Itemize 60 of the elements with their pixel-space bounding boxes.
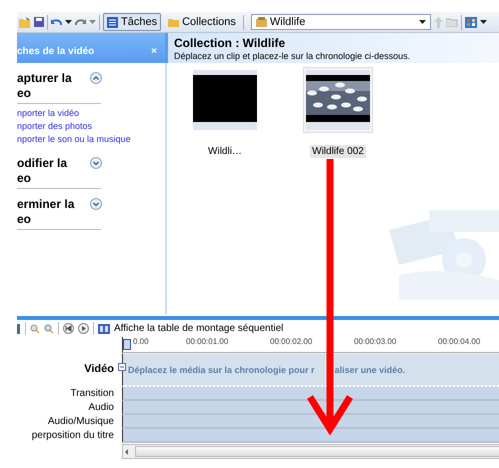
collections-button[interactable]: Collections	[164, 13, 240, 31]
zoom-out-icon[interactable]	[44, 324, 54, 334]
track-label: Audio/Musique	[48, 415, 114, 429]
caret-icon[interactable]	[65, 20, 72, 24]
section-title: odifier la	[17, 156, 68, 171]
storyboard-icon[interactable]	[98, 324, 110, 334]
collection-dropdown[interactable]: Wildlife	[250, 14, 431, 30]
track-label: perposition du titre	[32, 429, 114, 443]
storyboard-toggle[interactable]: Affiche la table de montage séquentiel	[114, 323, 284, 334]
pane-title: ches de la vidéo	[17, 46, 94, 57]
collection-icon	[256, 17, 267, 27]
timeline-track[interactable]	[122, 415, 499, 429]
scroll-left-icon[interactable]	[123, 448, 131, 456]
section-title: apturer la	[17, 71, 73, 86]
track-label: Audio	[88, 401, 114, 415]
folder-icon[interactable]	[19, 16, 31, 28]
timeline-track[interactable]	[122, 401, 499, 415]
task-link[interactable]: nporter la vidéo	[17, 107, 165, 120]
rewind-icon[interactable]	[63, 323, 74, 334]
empty-frame	[193, 75, 257, 122]
track-hint: aliser une vidéo.	[334, 364, 406, 374]
collapse-icon[interactable]	[118, 363, 126, 371]
scrollbar[interactable]	[122, 444, 499, 459]
collection-title: Collection : Wildlife	[174, 36, 286, 50]
timeline-track[interactable]	[122, 429, 499, 443]
tasks-button[interactable]: Tâches	[103, 13, 162, 31]
list-icon	[107, 16, 118, 28]
time-tick: 00:00:02.00	[270, 337, 314, 348]
collection-hint: Déplacez un clip et placez-le sur la chronologie ci-dessous.	[174, 51, 412, 61]
playhead-icon[interactable]	[123, 339, 131, 350]
redo-icon[interactable]	[75, 18, 86, 26]
clip-thumbnail[interactable]	[190, 67, 260, 133]
section-title: eo	[17, 86, 32, 101]
timeline-track[interactable]	[122, 387, 499, 401]
expand-icon[interactable]	[90, 157, 102, 169]
time-tick: 00:00:03.00	[354, 337, 398, 348]
section-title: eo	[17, 171, 32, 186]
time-tick: 0.00	[133, 337, 150, 348]
folder-icon	[168, 18, 180, 26]
play-icon[interactable]	[78, 323, 89, 334]
task-link[interactable]: nporter des photos	[17, 120, 165, 133]
time-tick: 00:00:01.00	[186, 337, 230, 348]
caret-icon[interactable]	[418, 20, 426, 24]
zoom-in-icon[interactable]	[30, 324, 40, 334]
view-icon[interactable]	[464, 16, 477, 28]
expand-icon[interactable]	[90, 198, 102, 210]
track-hint: Déplacez le média sur la chronologie pour r	[128, 364, 315, 374]
task-link[interactable]: nporter le son ou la musique	[17, 133, 165, 146]
section-title: eo	[17, 212, 32, 227]
track-label: Transition	[70, 387, 114, 401]
save-icon[interactable]	[34, 17, 44, 27]
collapse-icon[interactable]	[90, 72, 102, 84]
track-label: Vidéo	[84, 362, 114, 377]
section-title: erminer la	[17, 197, 76, 212]
clip-thumbnail[interactable]	[303, 67, 373, 133]
clip-label: Wildlife 002	[310, 145, 366, 158]
caret-icon[interactable]	[480, 20, 487, 24]
clip-label: Wildli…	[207, 145, 243, 158]
undo-icon[interactable]	[51, 18, 62, 26]
time-tick: 00:00:04.00	[438, 337, 482, 348]
